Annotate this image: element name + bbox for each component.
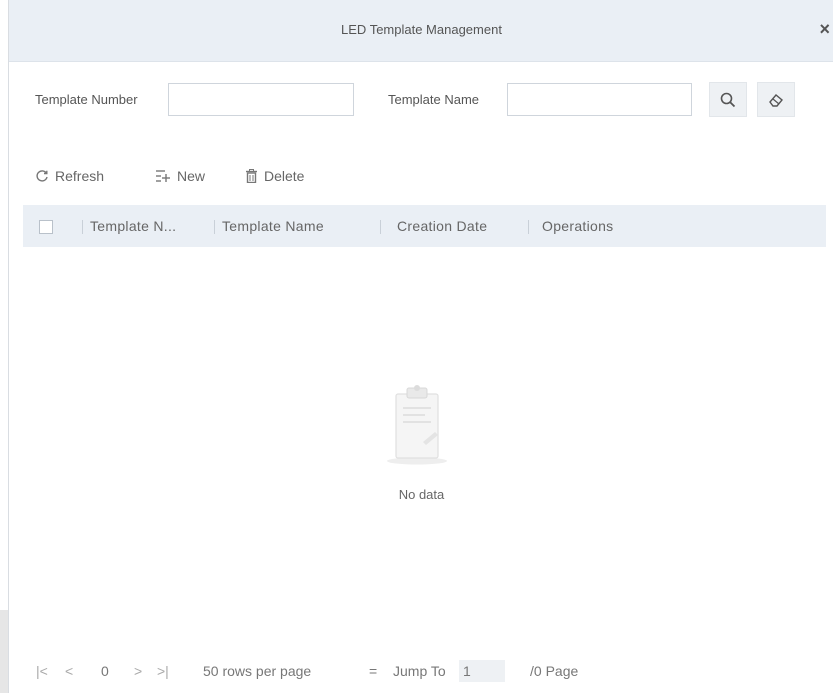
refresh-icon (36, 170, 48, 182)
prev-page-button[interactable]: < (65, 663, 73, 679)
clear-button[interactable] (757, 82, 795, 117)
column-separator (380, 220, 381, 234)
column-separator (528, 220, 529, 234)
clipboard-icon (387, 385, 447, 465)
total-pages-text: /0 Page (530, 663, 579, 679)
search-icon (720, 92, 736, 107)
table-header: Template N... Template Name Creation Dat… (23, 205, 826, 247)
search-button[interactable] (709, 82, 747, 117)
first-page-button[interactable]: |< (36, 663, 48, 679)
refresh-label: Refresh (55, 168, 105, 184)
column-separator (214, 220, 215, 234)
template-name-input[interactable] (507, 83, 692, 116)
led-template-management-dialog: LED Template Management × Template Numbe… (8, 0, 833, 693)
trash-icon (246, 169, 257, 183)
select-all-checkbox[interactable] (39, 220, 53, 234)
column-header-template-name[interactable]: Template Name (222, 218, 324, 234)
close-icon[interactable]: × (819, 20, 830, 38)
last-page-button[interactable]: >| (157, 663, 169, 679)
empty-state-text: No data (398, 487, 445, 502)
rows-per-page-select[interactable]: 50 rows per page (203, 663, 311, 679)
template-name-label: Template Name (388, 92, 480, 107)
new-button[interactable]: New (155, 168, 205, 184)
dialog-titlebar: LED Template Management × (9, 0, 833, 62)
column-header-template-number[interactable]: Template N... (90, 218, 176, 234)
add-icon (156, 170, 170, 182)
column-separator (82, 220, 83, 234)
jump-to-label: Jump To (393, 663, 446, 679)
next-page-button[interactable]: > (134, 663, 142, 679)
dialog-title: LED Template Management (341, 22, 502, 37)
template-number-input[interactable] (168, 83, 354, 116)
current-page-number: 0 (101, 663, 109, 679)
delete-label: Delete (264, 168, 305, 184)
background-panel-edge (0, 610, 8, 693)
column-header-creation-date[interactable]: Creation Date (397, 218, 487, 234)
eraser-icon (769, 93, 783, 107)
delete-button[interactable]: Delete (245, 168, 304, 184)
rows-per-page-dropdown-icon[interactable]: = (369, 663, 377, 679)
template-number-label: Template Number (35, 92, 138, 107)
new-label: New (177, 168, 206, 184)
column-header-operations[interactable]: Operations (542, 218, 613, 234)
refresh-button[interactable]: Refresh (35, 168, 104, 184)
jump-to-page-input[interactable] (459, 660, 505, 682)
